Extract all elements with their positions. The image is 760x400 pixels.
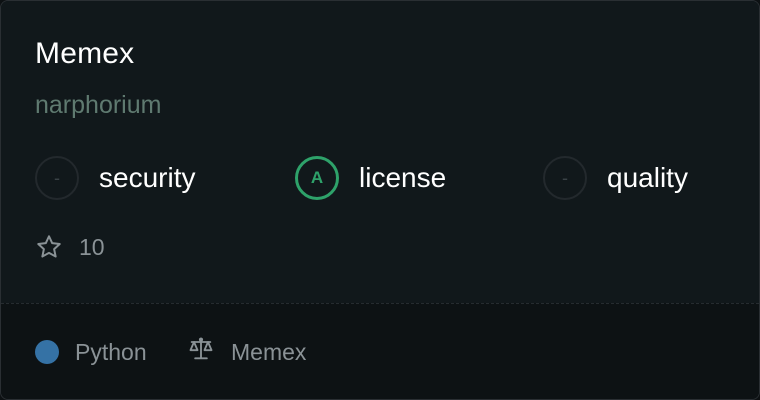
repo-title[interactable]: Memex <box>35 37 134 71</box>
star-count: 10 <box>35 233 105 261</box>
score-security: - security <box>35 155 195 201</box>
score-license: A license <box>295 155 446 201</box>
scale-icon <box>187 335 215 369</box>
quality-grade-badge: - <box>543 156 587 200</box>
star-count-value: 10 <box>79 233 105 260</box>
repo-card[interactable]: Memex narphorium - security A license - … <box>0 0 760 400</box>
language-label: Python <box>75 338 147 365</box>
score-quality: - quality <box>543 155 688 201</box>
repo-owner[interactable]: narphorium <box>35 91 161 120</box>
security-grade-badge: - <box>35 156 79 200</box>
license-label: license <box>359 162 447 193</box>
quality-label: quality <box>607 162 688 193</box>
card-body: Memex narphorium - security A license - … <box>1 1 759 303</box>
license-name: Memex <box>231 338 307 365</box>
language-info: Python <box>35 337 147 367</box>
license-info: Memex <box>187 337 306 367</box>
star-icon <box>35 233 63 261</box>
security-label: security <box>99 162 196 193</box>
license-grade-badge: A <box>295 156 339 200</box>
language-color-dot <box>35 340 59 364</box>
